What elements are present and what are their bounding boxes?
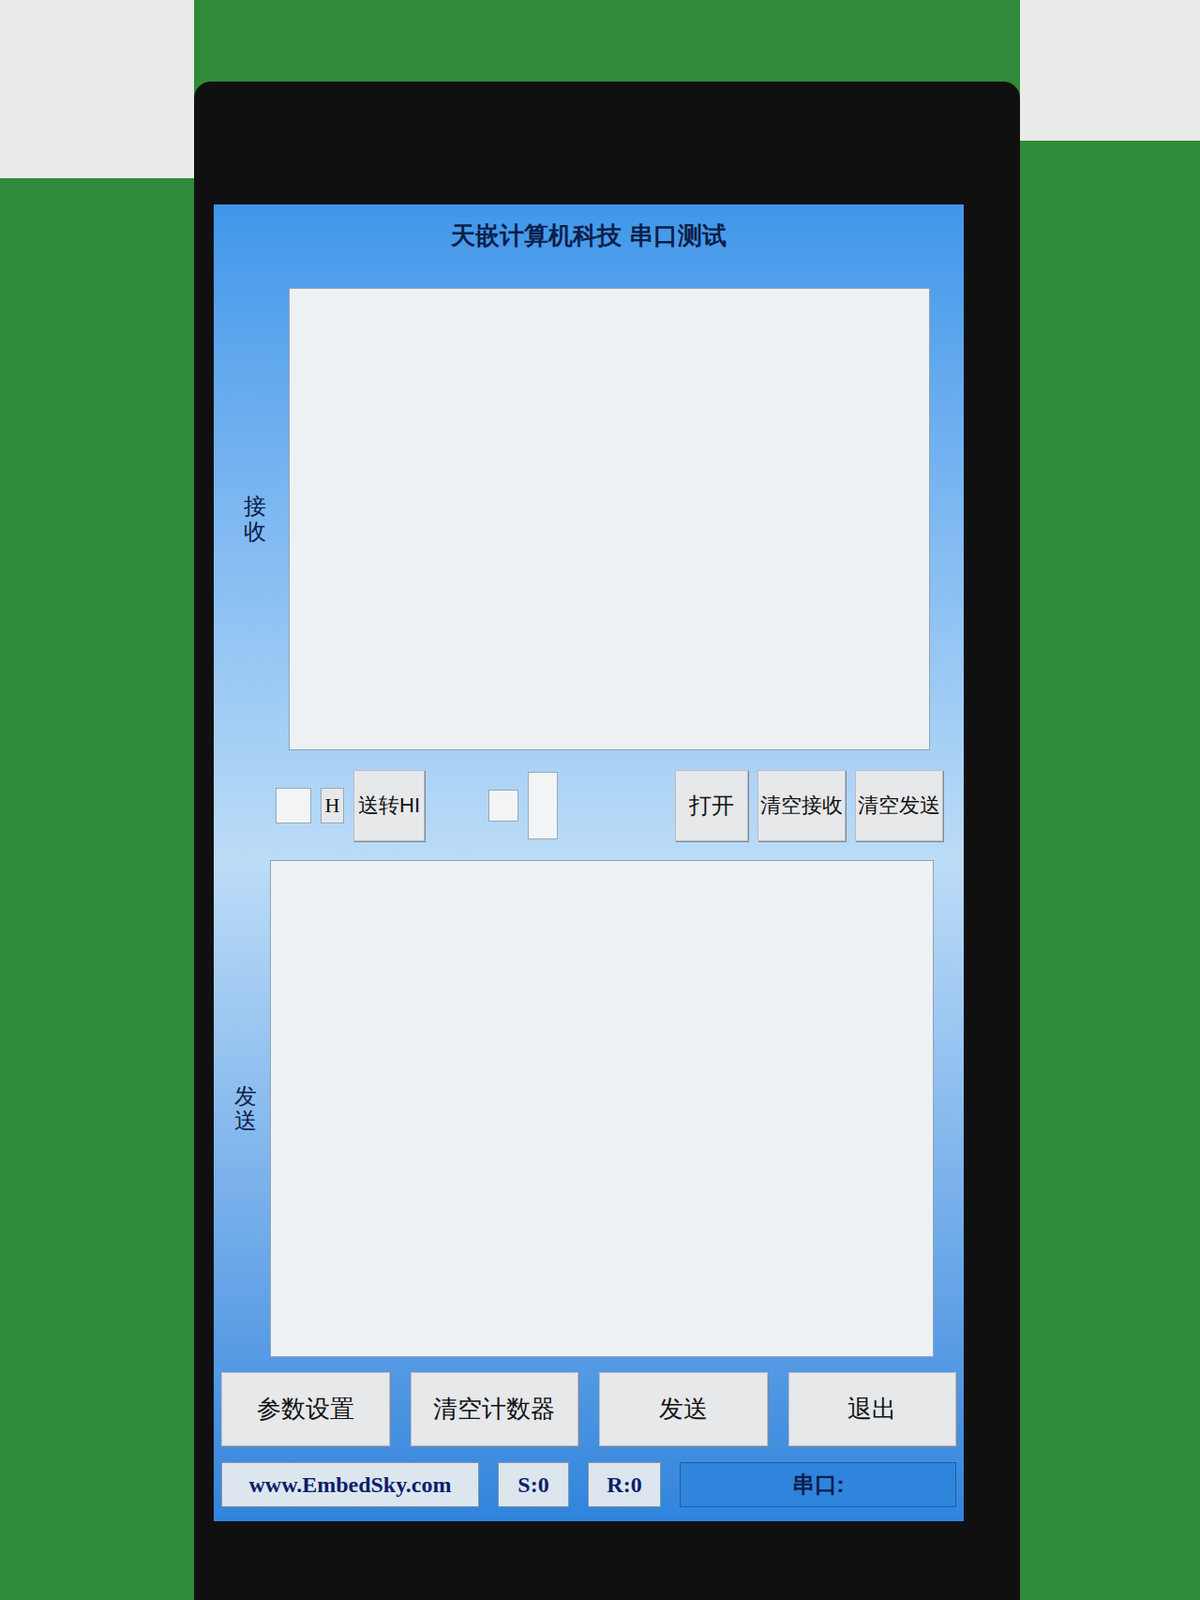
photo: 天嵌计算机科技 串口测试接收H送转HI打开清空接收清空发送发送参数设置清空计数器…: [0, 0, 1200, 1600]
action-button[interactable]: 参数设置: [221, 1371, 390, 1446]
action-button[interactable]: 退出: [788, 1371, 958, 1446]
status-bar: www.EmbedSky.com S:0 R:0 串口:: [221, 1450, 957, 1521]
action-button[interactable]: 清空计数器: [410, 1371, 580, 1446]
received-counter: R:0: [587, 1461, 661, 1507]
button-row: 参数设置清空计数器发送退出: [221, 1356, 957, 1451]
hex-label: H: [320, 787, 345, 824]
receive-label: 接收: [243, 494, 267, 544]
board-left: [0, 0, 195, 1600]
clear-receive-button[interactable]: 清空接收: [757, 769, 846, 841]
control-row: H送转HI 打开清空接收清空发送: [221, 750, 957, 860]
open-button[interactable]: 打开: [675, 769, 749, 841]
device-bezel: 天嵌计算机科技 串口测试接收H送转HI打开清空接收清空发送发送参数设置清空计数器…: [194, 81, 1020, 1600]
screen-title: 天嵌计算机科技 串口测试: [221, 204, 957, 288]
board-right: [1020, 0, 1200, 1600]
option-field[interactable]: [527, 771, 558, 840]
action-button[interactable]: 发送: [599, 1371, 768, 1446]
clear-send-button[interactable]: 清空发送: [855, 769, 944, 841]
hex-receive-checkbox[interactable]: [275, 787, 312, 824]
screen: 天嵌计算机科技 串口测试接收H送转HI打开清空接收清空发送发送参数设置清空计数器…: [213, 204, 964, 1521]
sent-counter: S:0: [497, 1461, 570, 1507]
send-label: 发送: [234, 1083, 257, 1134]
port-status: 串口:: [679, 1461, 957, 1507]
receive-area[interactable]: [288, 287, 930, 750]
send-area[interactable]: [270, 859, 934, 1357]
option-checkbox[interactable]: [488, 789, 519, 822]
website-label: www.EmbedSky.com: [221, 1461, 480, 1507]
hex-send-button[interactable]: 送转HI: [353, 769, 425, 841]
